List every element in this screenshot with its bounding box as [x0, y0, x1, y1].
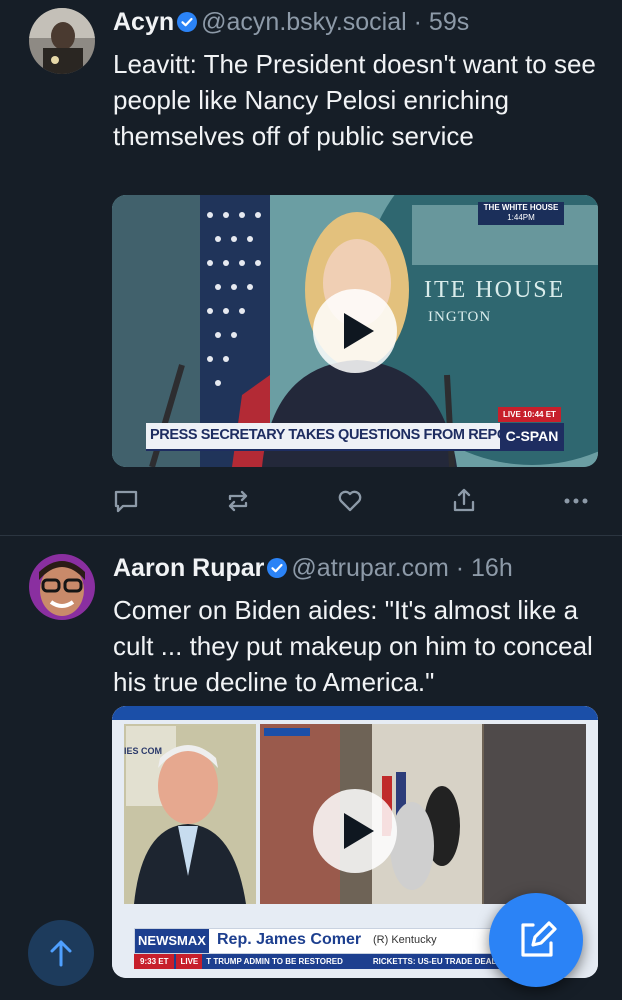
repost-icon[interactable] — [224, 487, 252, 515]
play-icon — [344, 313, 374, 349]
ticker-item-1: T TRUMP ADMIN TO BE RESTORED — [206, 957, 343, 966]
compose-icon — [521, 921, 557, 957]
post-time[interactable]: 16h — [471, 554, 513, 582]
lower-third: NEWSMAX Rep. James Comer (R) Kentucky — [134, 928, 504, 954]
chyron: PRESS SECRETARY TAKES QUESTIONS FROM REP… — [146, 423, 564, 451]
ticker-item-2: RICKETTS: US-EU TRADE DEAL 'GR — [372, 957, 502, 966]
author-name[interactable]: Acyn — [113, 8, 174, 36]
play-button[interactable] — [313, 289, 397, 373]
ticker-time: 9:33 ET — [134, 954, 175, 969]
author-name[interactable]: Aaron Rupar — [113, 554, 264, 582]
video-player[interactable]: THE WHITE HOUSE 1:44PM ITE HOUSE INGTON … — [112, 195, 598, 467]
author-handle[interactable]: @atrupar.com — [291, 554, 448, 582]
guest-party: (R) Kentucky — [373, 934, 437, 946]
separator-dot: · — [455, 554, 465, 582]
bug-title: THE WHITE HOUSE — [483, 203, 559, 212]
play-icon — [344, 813, 374, 850]
post-header: Acyn @acyn.bsky.social · 59s — [113, 7, 469, 37]
post-acyn[interactable]: Acyn @acyn.bsky.social · 59s Leavitt: The… — [0, 0, 622, 535]
ticker: 9:33 ET LIVE T TRUMP ADMIN TO BE RESTORED R… — [134, 954, 502, 969]
author-handle[interactable]: @acyn.bsky.social — [201, 8, 407, 36]
podium-text-2: INGTON — [428, 309, 492, 325]
play-button[interactable] — [313, 789, 397, 874]
post-time[interactable]: 59s — [429, 8, 469, 36]
arrow-up-icon — [50, 940, 72, 967]
post-text: Leavitt: The President doesn't want to s… — [113, 49, 596, 151]
like-icon[interactable] — [336, 487, 364, 515]
network-logo: C-SPAN — [500, 423, 564, 449]
verified-badge-icon — [177, 12, 198, 32]
sign-text: IES COM — [124, 746, 163, 756]
more-icon[interactable] — [562, 487, 590, 515]
network-logo: NEWSMAX — [135, 929, 209, 953]
scroll-to-top-button[interactable] — [28, 920, 94, 986]
podium-text-1: ITE HOUSE — [424, 277, 566, 303]
verified-badge-icon — [267, 558, 288, 578]
post-actions — [112, 487, 590, 517]
post-header: Aaron Rupar @atrupar.com · 16h — [113, 553, 513, 583]
live-badge: LIVE 10:44 ET — [498, 407, 561, 422]
bug-time: 1:44PM — [507, 213, 535, 222]
avatar[interactable] — [29, 8, 95, 74]
ticker-live: LIVE — [176, 954, 203, 969]
video-bug: THE WHITE HOUSE 1:44PM — [478, 202, 564, 225]
share-icon[interactable] — [450, 487, 478, 515]
live-label: LIVE — [503, 410, 521, 419]
live-time: 10:44 ET — [523, 410, 556, 419]
avatar[interactable] — [29, 554, 95, 620]
post-text: Comer on Biden aides: "It's almost like … — [113, 595, 593, 697]
guest-name: Rep. James Comer — [217, 931, 362, 948]
reply-icon[interactable] — [112, 487, 140, 515]
compose-button[interactable] — [489, 893, 583, 987]
separator-dot: · — [413, 8, 422, 36]
chyron-text: PRESS SECRETARY TAKES QUESTIONS FROM REP… — [150, 427, 555, 443]
